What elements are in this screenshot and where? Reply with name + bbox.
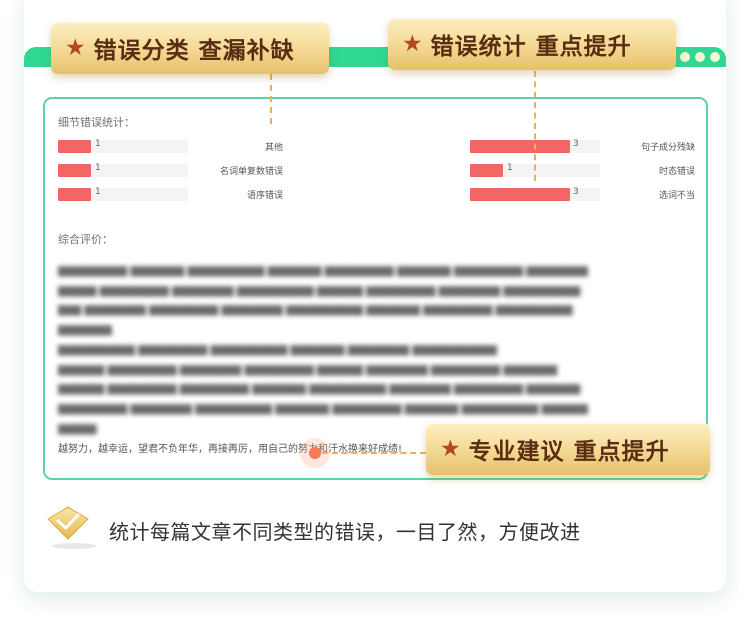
badge-text: 错误统计 重点提升 bbox=[430, 34, 632, 60]
bar-count: 3 bbox=[573, 139, 579, 149]
connector-line bbox=[322, 452, 426, 454]
bar-fill bbox=[470, 140, 570, 153]
dot-icon bbox=[680, 52, 690, 62]
badge-error-classification: ★ 错误分类 查漏补缺 bbox=[51, 22, 329, 74]
feature-caption: 统计每篇文章不同类型的错误，一目了然，方便改进 bbox=[109, 520, 581, 544]
connector-line bbox=[534, 71, 536, 181]
bar-label: 语序错误 bbox=[246, 191, 283, 201]
bar-label: 时态错误 bbox=[658, 167, 695, 177]
badge-error-statistics: ★ 错误统计 重点提升 bbox=[388, 18, 676, 70]
bar-count: 1 bbox=[95, 187, 101, 197]
connector-dot-core bbox=[309, 447, 321, 459]
stat-row-left-1: 1 名词单复数错误 bbox=[58, 162, 283, 177]
badge-text: 错误分类 查漏补缺 bbox=[93, 38, 295, 64]
stat-row-right-2: 3 选词不当 bbox=[470, 186, 695, 201]
bar-fill bbox=[58, 140, 91, 153]
bar-label: 其他 bbox=[264, 143, 283, 153]
bar-fill bbox=[58, 188, 91, 201]
star-icon: ★ bbox=[440, 435, 461, 462]
star-icon: ★ bbox=[402, 30, 423, 57]
star-icon: ★ bbox=[65, 34, 86, 61]
stat-row-right-0: 3 句子成分残缺 bbox=[470, 138, 695, 153]
bar-label: 名词单复数错误 bbox=[219, 167, 283, 177]
stat-row-right-1: 1 时态错误 bbox=[470, 162, 695, 177]
detail-stats-title: 细节错误统计： bbox=[58, 116, 135, 129]
badge-professional-advice: ★ 专业建议 重点提升 bbox=[426, 423, 710, 475]
diamond-check-icon bbox=[47, 506, 96, 549]
badge-text: 专业建议 重点提升 bbox=[468, 439, 670, 465]
bar-label: 句子成分残缺 bbox=[640, 143, 695, 153]
evaluation-body-blurred: ▇▇▇▇▇▇▇▇▇ ▇▇▇▇▇▇▇ ▇▇▇▇▇▇▇▇▇▇ ▇▇▇▇▇▇▇ ▇▇▇… bbox=[58, 266, 588, 435]
stat-row-left-0: 1 其他 bbox=[58, 138, 283, 153]
bar-count: 1 bbox=[507, 163, 513, 173]
bar-count: 1 bbox=[95, 139, 101, 149]
dot-icon bbox=[695, 52, 705, 62]
bar-fill bbox=[58, 164, 91, 177]
bar-count: 3 bbox=[573, 187, 579, 197]
dot-icon bbox=[710, 52, 720, 62]
bar-fill bbox=[470, 164, 503, 177]
bar-fill bbox=[470, 188, 570, 201]
bar-label: 选词不当 bbox=[658, 191, 695, 201]
window-dots bbox=[680, 52, 720, 62]
stat-row-left-2: 1 语序错误 bbox=[58, 186, 283, 201]
bar-count: 1 bbox=[95, 163, 101, 173]
connector-line bbox=[270, 74, 272, 124]
overall-evaluation-title: 综合评价： bbox=[58, 233, 113, 246]
